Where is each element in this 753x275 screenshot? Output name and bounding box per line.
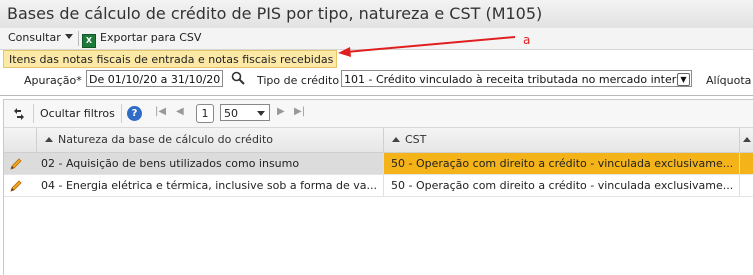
data-grid: Ocultar filtros ? |◀ ◀ 1 50 ▶ ▶| Naturez… [3, 99, 753, 275]
column-header-natureza[interactable]: Natureza da base de cálculo do crédito [37, 128, 384, 152]
help-icon[interactable]: ? [127, 106, 142, 121]
page-number-value: 1 [201, 107, 209, 120]
page-size-value: 50 [224, 107, 238, 120]
cell-more [740, 153, 753, 174]
next-page-icon[interactable]: ▶ [277, 106, 285, 117]
cell-cst: 50 - Operação com direito a crédito - vi… [384, 175, 740, 196]
cell-cst: 50 - Operação com direito a crédito - vi… [384, 153, 740, 174]
cell-natureza: 02 - Aquisição de bens utilizados como i… [37, 153, 384, 174]
grid-toolbar: Ocultar filtros ? |◀ ◀ 1 50 ▶ ▶| [4, 100, 753, 128]
apuracao-value: De 01/10/20 a 31/10/20 [89, 73, 221, 86]
header-spacer [4, 128, 37, 152]
tipo-credito-select[interactable]: 101 - Crédito vinculado à receita tribut… [341, 70, 692, 87]
chevron-down-icon: ▼ [677, 73, 690, 86]
column-header-label: Natureza da base de cálculo do crédito [58, 133, 274, 146]
column-header-cst[interactable]: CST [384, 128, 740, 152]
edit-pencil-icon[interactable] [8, 156, 24, 172]
annotation-label: a [523, 33, 531, 47]
tipo-credito-label: Tipo de crédito [257, 74, 340, 87]
cell-natureza: 04 - Energia elétrica e térmica, inclusi… [37, 175, 384, 196]
apuracao-field[interactable]: De 01/10/20 a 31/10/20 [86, 70, 223, 87]
column-header-label: CST [405, 133, 427, 146]
grid-header: Natureza da base de cálculo do crédito C… [4, 128, 753, 153]
first-page-icon[interactable]: |◀ [155, 106, 166, 117]
table-row[interactable]: 04 - Energia elétrica e térmica, inclusi… [4, 175, 753, 197]
aliquota-label: Alíquota [706, 74, 752, 87]
hide-filters-button[interactable]: Ocultar filtros [40, 107, 115, 120]
search-icon[interactable] [231, 71, 245, 85]
table-row[interactable]: 02 - Aquisição de bens utilizados como i… [4, 153, 753, 175]
toolbar-separator [33, 104, 34, 123]
apuracao-label: Apuração* [24, 74, 82, 87]
sort-asc-icon [392, 137, 400, 142]
prev-page-icon[interactable]: ◀ [176, 106, 184, 117]
refresh-icon[interactable] [11, 107, 27, 121]
chevron-down-icon [257, 111, 265, 116]
filter-bar: Apuração* De 01/10/20 a 31/10/20 Tipo de… [0, 68, 753, 94]
tipo-credito-value: 101 - Crédito vinculado à receita tribut… [344, 73, 690, 86]
last-page-icon[interactable]: ▶| [294, 106, 305, 117]
column-header-more[interactable] [740, 128, 753, 152]
toolbar-separator [121, 104, 122, 123]
sort-asc-icon [743, 137, 751, 142]
page-number-input[interactable]: 1 [196, 104, 214, 123]
sort-asc-icon [45, 137, 53, 142]
divider [0, 95, 753, 96]
edit-pencil-icon[interactable] [8, 178, 24, 194]
page-size-select[interactable]: 50 [220, 104, 270, 121]
